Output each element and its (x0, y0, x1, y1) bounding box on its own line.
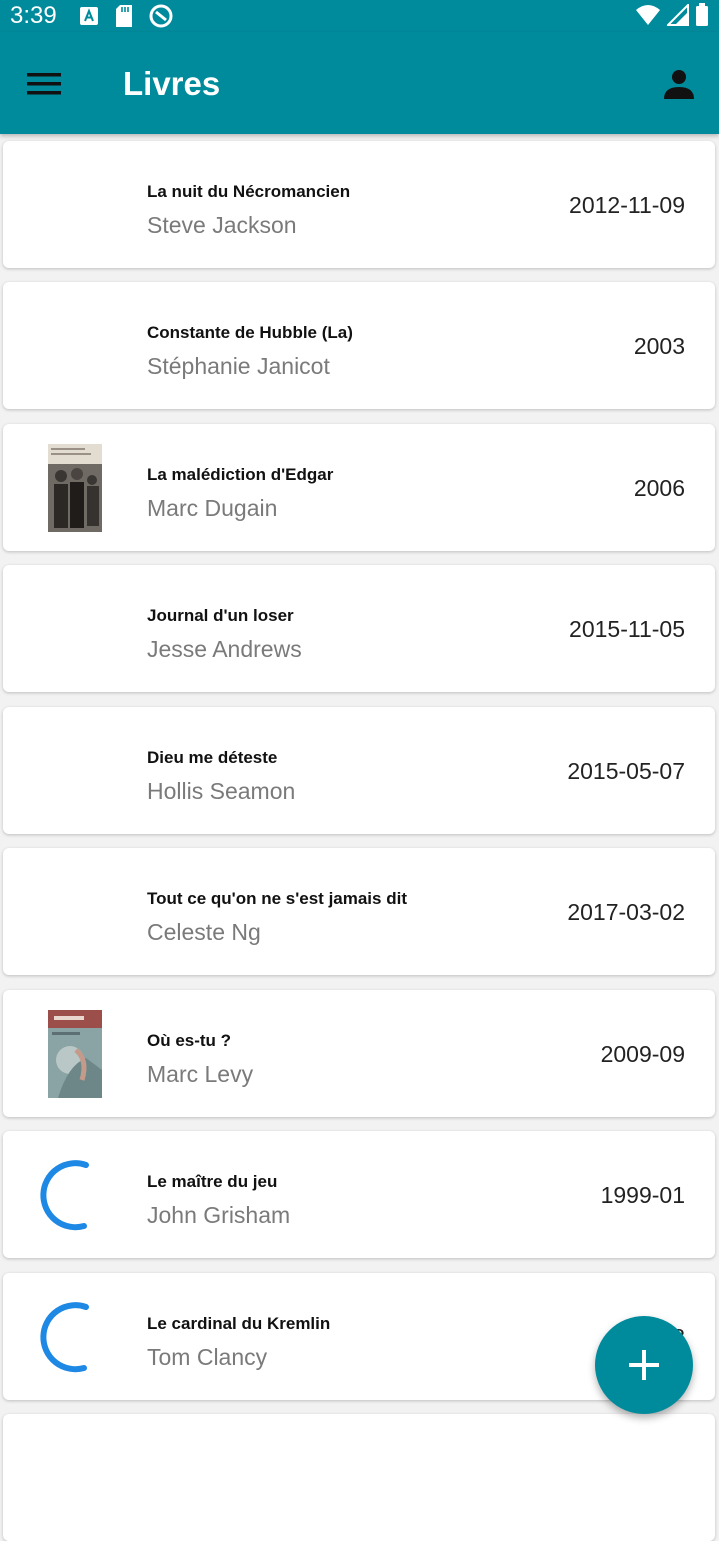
book-title: Le maître du jeu (147, 1172, 278, 1191)
book-author: Steve Jackson (147, 212, 297, 238)
book-title: La malédiction d'Edgar (147, 465, 334, 484)
a-notification-icon (80, 7, 98, 25)
app-bar: Livres (0, 32, 719, 134)
system-icons (635, 3, 709, 27)
plus-icon (629, 1350, 659, 1380)
status-time: 3:39 (10, 2, 57, 29)
book-title: Journal d'un loser (147, 606, 294, 625)
book-date: 2003 (633, 333, 685, 359)
book-date: 1999-01 (600, 1182, 685, 1208)
hamburger-menu-icon (27, 73, 61, 95)
book-author: Marc Dugain (147, 495, 278, 521)
book-card[interactable]: Journal d'un loser Jesse Andrews 2015-11… (3, 565, 715, 692)
book-date: 2009-09 (600, 1041, 685, 1067)
book-author: Jesse Andrews (147, 636, 302, 662)
book-cover-image (48, 1010, 102, 1098)
status-bar: 3:39 (0, 0, 719, 32)
book-card[interactable]: Où es-tu ? Marc Levy 2009-09 (3, 990, 715, 1117)
book-date: 2017-03-02 (567, 899, 685, 925)
book-card[interactable]: Dieu me déteste Hollis Seamon 2015-05-07 (3, 707, 715, 834)
battery-icon (696, 3, 708, 26)
sync-icon (149, 4, 173, 28)
book-author: John Grisham (147, 1202, 291, 1228)
add-book-button[interactable] (595, 1316, 693, 1414)
notification-icons (78, 3, 174, 29)
book-date: 2015-05-07 (567, 758, 685, 784)
person-icon (664, 70, 694, 99)
book-card[interactable]: Tout ce qu'on ne s'est jamais dit Celest… (3, 848, 715, 975)
book-author: Celeste Ng (147, 919, 261, 945)
book-card[interactable]: Le maître du jeu John Grisham 1999-01 (3, 1131, 715, 1258)
book-title: Tout ce qu'on ne s'est jamais dit (147, 889, 407, 908)
book-title: Le cardinal du Kremlin (147, 1314, 331, 1333)
book-title: Où es-tu ? (147, 1031, 232, 1050)
loading-spinner-icon (40, 1302, 89, 1373)
page-title: Livres (123, 65, 221, 102)
book-author: Stéphanie Janicot (147, 353, 330, 379)
book-date: 2012-11-09 (569, 192, 685, 218)
book-title: Constante de Hubble (La) (147, 323, 353, 342)
book-author: Marc Levy (147, 1061, 254, 1087)
book-author: Hollis Seamon (147, 778, 296, 804)
book-card[interactable]: La nuit du Nécromancien Steve Jackson 20… (3, 141, 715, 268)
book-card[interactable] (3, 1414, 715, 1541)
book-card[interactable]: Constante de Hubble (La) Stéphanie Janic… (3, 282, 715, 409)
book-title: La nuit du Nécromancien (147, 182, 351, 201)
book-author: Tom Clancy (147, 1344, 268, 1370)
book-cover-image (48, 444, 102, 532)
book-date: 2006 (633, 475, 685, 501)
book-title: Dieu me déteste (147, 748, 278, 767)
account-button[interactable] (659, 64, 699, 104)
loading-spinner-icon (40, 1160, 89, 1231)
wifi-icon (636, 5, 660, 25)
sd-card-icon (116, 5, 132, 27)
book-card[interactable]: La malédiction d'Edgar Marc Dugain 2006 (3, 424, 715, 551)
menu-button[interactable] (22, 65, 68, 105)
signal-icon (667, 4, 689, 26)
book-date: 2015-11-05 (569, 616, 685, 642)
